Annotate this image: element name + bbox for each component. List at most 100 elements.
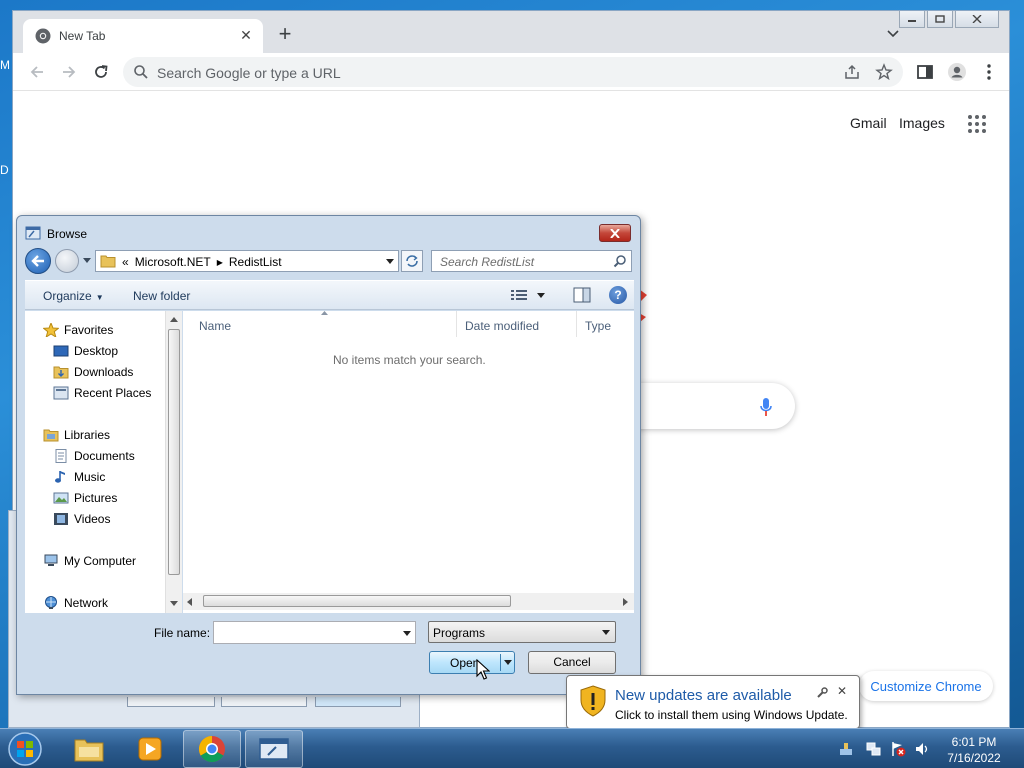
desktop-icon-label-d[interactable]: D (0, 163, 9, 177)
nav-pictures-label: Pictures (74, 491, 118, 505)
close-window-button[interactable] (955, 11, 999, 28)
address-dropdown-icon[interactable] (386, 259, 394, 265)
action-center-error-icon[interactable] (890, 741, 906, 757)
back-button[interactable] (25, 248, 51, 274)
scrollbar-thumb[interactable] (168, 329, 180, 575)
nav-libraries-label: Libraries (64, 428, 111, 442)
tab-close-icon[interactable]: ✕ (237, 26, 255, 44)
new-folder-button[interactable]: New folder (133, 289, 190, 303)
scroll-right-icon[interactable] (623, 598, 629, 606)
desktop-icon-label-m[interactable]: M (0, 58, 10, 72)
notification-title: New updates are available (615, 687, 792, 704)
volume-speaker-icon[interactable] (914, 741, 930, 757)
profile-avatar-icon[interactable] (947, 62, 967, 82)
recent-locations-dropdown-icon[interactable] (83, 258, 91, 264)
start-orb-icon[interactable] (6, 731, 44, 767)
new-tab-button[interactable]: + (273, 23, 297, 47)
taskbar: 6:01 PM 7/16/2022 (0, 728, 1024, 768)
sort-ascending-icon (321, 311, 328, 315)
dialog-close-button[interactable] (599, 224, 631, 242)
share-icon[interactable] (843, 63, 861, 81)
show-hidden-icons-flag-icon[interactable] (838, 741, 854, 757)
open-options-dropdown-icon[interactable] (504, 660, 512, 666)
nav-network[interactable]: Network (43, 594, 108, 612)
file-type-select[interactable]: Programs (428, 621, 616, 643)
preview-pane-icon[interactable] (573, 287, 591, 303)
breadcrumb-item-redistlist[interactable]: RedistList (229, 255, 282, 269)
column-header-type[interactable]: Type (577, 311, 634, 337)
column-header-date-modified[interactable]: Date modified (457, 311, 577, 337)
background-dialog-button (127, 697, 215, 707)
horizontal-scrollbar[interactable] (183, 593, 634, 610)
search-icon (134, 65, 148, 79)
nav-desktop[interactable]: Desktop (53, 342, 118, 360)
microphone-icon[interactable] (759, 397, 773, 417)
customize-chrome-button[interactable]: Customize Chrome (859, 671, 993, 701)
media-player-icon (138, 737, 162, 761)
nav-my-computer[interactable]: My Computer (43, 552, 136, 570)
file-name-dropdown-icon[interactable] (403, 631, 411, 637)
recent-places-icon (53, 386, 69, 400)
taskbar-media-player[interactable] (121, 730, 179, 768)
google-apps-icon[interactable] (968, 115, 986, 133)
file-name-input[interactable] (213, 621, 416, 644)
side-panel-icon[interactable] (915, 62, 935, 82)
breadcrumb-separator-icon[interactable]: ▶ (217, 258, 223, 267)
nav-favorites[interactable]: Favorites (43, 321, 113, 339)
dialog-titlebar[interactable]: Browse (17, 216, 640, 250)
file-name-label: File name: (154, 626, 211, 640)
change-view-icon[interactable] (511, 289, 527, 301)
notification-text: Click to install them using Windows Upda… (615, 708, 848, 722)
restore-button[interactable] (927, 11, 953, 28)
nav-libraries[interactable]: Libraries (43, 426, 110, 444)
bookmark-star-icon[interactable] (875, 63, 893, 81)
notification-close-icon[interactable]: ✕ (835, 684, 849, 698)
nav-downloads[interactable]: Downloads (53, 363, 133, 381)
nav-recent-places[interactable]: Recent Places (53, 384, 151, 402)
gmail-link[interactable]: Gmail (850, 115, 887, 131)
cancel-button[interactable]: Cancel (528, 651, 616, 674)
clock-date: 7/16/2022 (947, 751, 1001, 765)
libraries-icon (43, 429, 59, 442)
tab-new-tab[interactable]: New Tab ✕ (23, 19, 263, 53)
more-menu-icon[interactable] (979, 62, 999, 82)
scroll-down-icon[interactable] (170, 601, 178, 607)
refresh-button[interactable] (401, 250, 423, 272)
views-dropdown-icon[interactable] (537, 293, 545, 299)
update-notification[interactable]: New updates are available Click to insta… (566, 675, 860, 742)
forward-arrow-icon[interactable] (59, 62, 79, 82)
file-list[interactable]: Name Date modified Type No items match y… (183, 311, 634, 613)
taskbar-clock[interactable]: 6:01 PM 7/16/2022 (936, 734, 1012, 766)
split-divider (500, 654, 501, 671)
folder-search-input[interactable]: Search RedistList (431, 250, 632, 272)
nav-videos[interactable]: Videos (53, 510, 110, 528)
nav-pictures[interactable]: Pictures (53, 489, 117, 507)
taskbar-browse-window[interactable] (245, 730, 303, 768)
options-wrench-icon[interactable] (815, 686, 829, 700)
window-controls (899, 11, 999, 28)
back-arrow-icon[interactable] (27, 62, 47, 82)
address-bar[interactable]: Search Google or type a URL (123, 57, 903, 87)
address-breadcrumb[interactable]: « Microsoft.NET ▶ RedistList (95, 250, 399, 272)
nav-music-label: Music (74, 470, 106, 484)
reload-icon[interactable] (91, 62, 111, 82)
nav-music[interactable]: Music (53, 468, 105, 486)
mouse-cursor-icon (476, 659, 490, 680)
minimize-button[interactable] (899, 11, 925, 28)
taskbar-chrome[interactable] (183, 730, 241, 768)
forward-button[interactable] (55, 249, 79, 273)
organize-button[interactable]: Organize ▼ (43, 289, 104, 303)
nav-documents[interactable]: Documents (53, 447, 135, 465)
scrollbar-thumb[interactable] (203, 595, 511, 607)
help-icon[interactable]: ? (609, 286, 627, 304)
open-button[interactable]: Open (429, 651, 515, 674)
images-link[interactable]: Images (899, 115, 945, 131)
taskbar-explorer[interactable] (60, 730, 118, 768)
scroll-up-icon[interactable] (170, 317, 178, 323)
network-globe-icon (45, 596, 57, 609)
scroll-left-icon[interactable] (187, 598, 193, 606)
navigation-scrollbar[interactable] (165, 311, 182, 613)
breadcrumb-overflow[interactable]: « (122, 255, 129, 269)
network-tray-icon[interactable] (866, 741, 882, 757)
breadcrumb-item-microsoft-net[interactable]: Microsoft.NET (135, 255, 211, 269)
